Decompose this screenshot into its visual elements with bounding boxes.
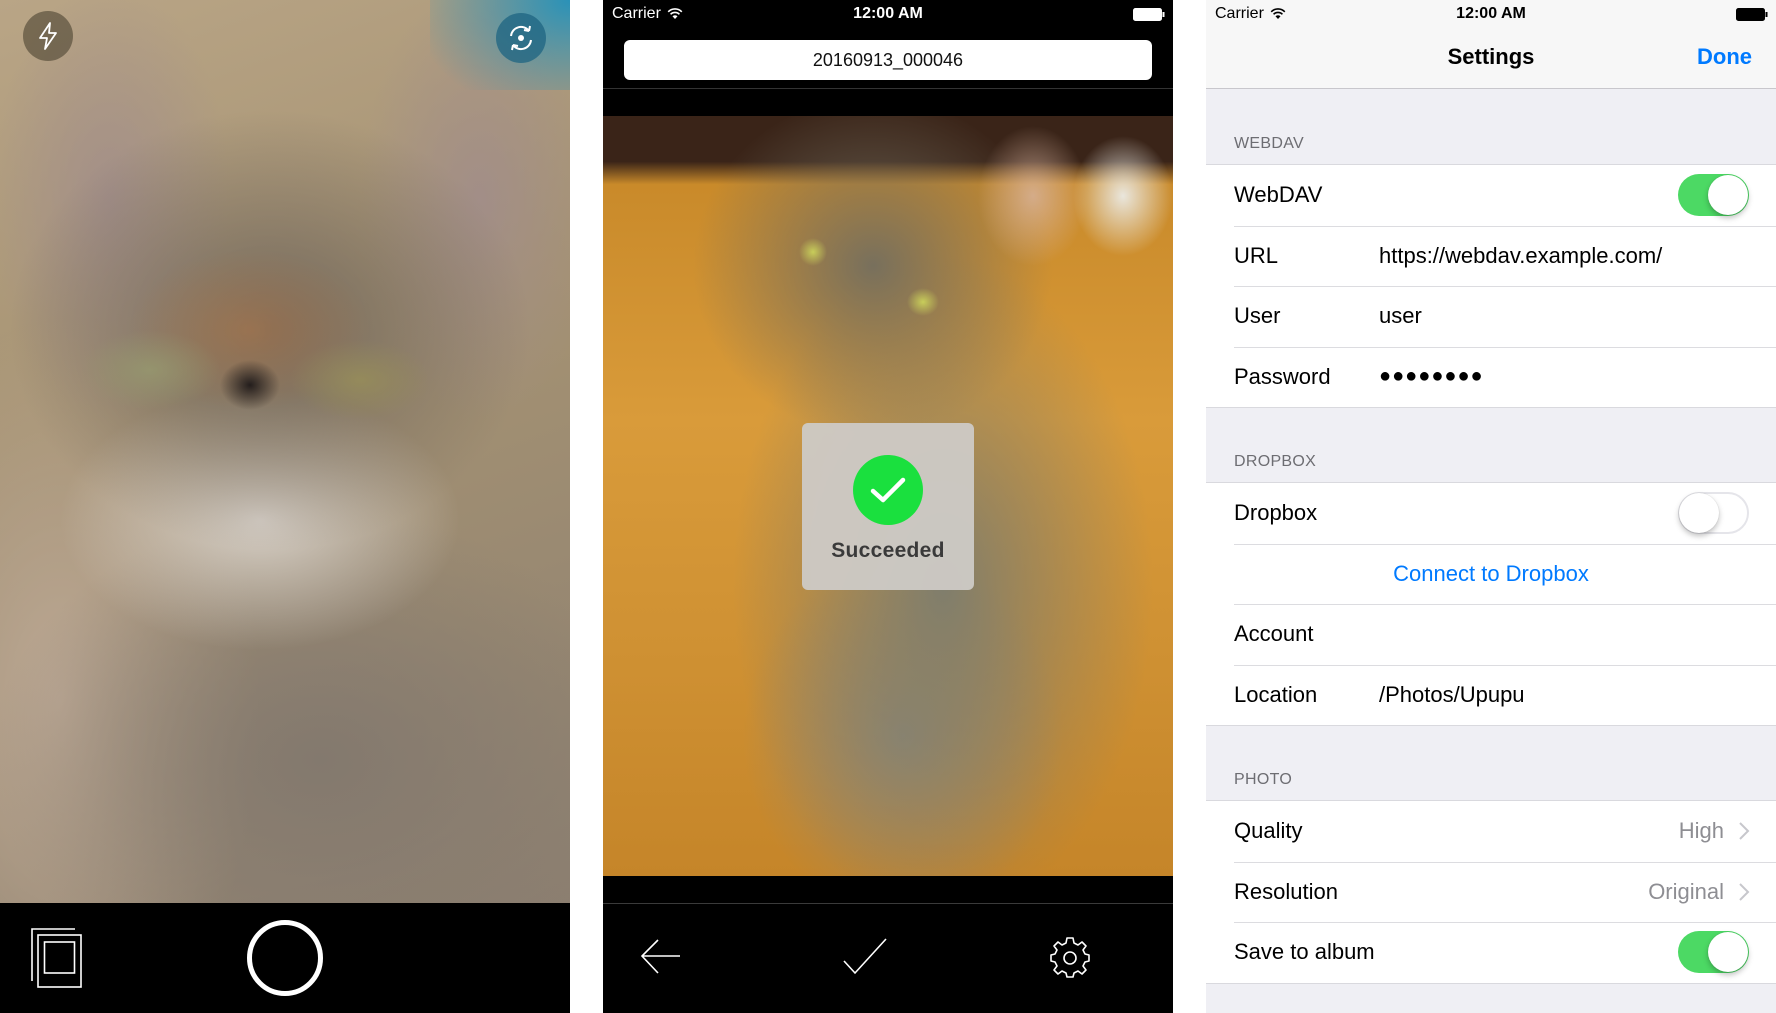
user-label: User (1234, 303, 1281, 329)
checkmark-icon (870, 477, 906, 503)
dropbox-label: Dropbox (1234, 500, 1318, 526)
toggle-knob (1679, 493, 1719, 534)
location-row[interactable]: Location /Photos/Upupu (1206, 664, 1776, 726)
webdav-toggle-row: WebDAV (1206, 165, 1776, 226)
connect-dropbox-button[interactable]: Connect to Dropbox (1206, 561, 1776, 587)
save-to-album-label: Save to album (1234, 939, 1375, 965)
quality-value: High (1678, 818, 1724, 844)
checkmark-icon (843, 938, 887, 975)
dropbox-toggle-row: Dropbox (1206, 483, 1776, 544)
resolution-row[interactable]: Resolution Original (1206, 861, 1776, 923)
battery-icon (1736, 8, 1768, 21)
status-time: 12:00 AM (1456, 5, 1526, 22)
password-label: Password (1234, 363, 1331, 389)
flash-icon (39, 22, 57, 50)
switch-camera-icon (510, 25, 532, 51)
preview-screen: Carrier 12:00 AM 20160913_000046 Succeed… (603, 0, 1173, 1013)
status-bar: Carrier 12:00 AM (1206, 0, 1776, 30)
status-time: 12:00 AM (853, 5, 923, 22)
chevron-right-icon (1739, 883, 1750, 901)
navigation-bar: Carrier 12:00 AM Settings Done (1206, 0, 1776, 89)
gear-icon (1050, 937, 1090, 978)
section-header-dropbox: DROPBOX (1234, 453, 1317, 470)
captured-photo: Succeeded (603, 116, 1173, 876)
toggle-knob (1708, 932, 1748, 973)
url-row[interactable]: URL https://webdav.example.com/ (1206, 225, 1776, 287)
account-row: Account (1206, 604, 1776, 665)
quality-row[interactable]: Quality High (1206, 801, 1776, 862)
filename-field[interactable]: 20160913_000046 (624, 40, 1152, 80)
camera-viewfinder (0, 0, 570, 903)
resolution-value: Original (1648, 878, 1724, 904)
status-bar: Carrier 12:00 AM (603, 0, 1173, 30)
webdav-group: WebDAV URL https://webdav.example.com/ U… (1206, 164, 1776, 408)
connect-dropbox-row[interactable]: Connect to Dropbox (1206, 543, 1776, 605)
switch-camera-button[interactable] (496, 13, 546, 63)
resolution-label: Resolution (1234, 878, 1338, 904)
location-field[interactable]: /Photos/Upupu (1379, 682, 1525, 708)
dropbox-toggle[interactable] (1678, 492, 1749, 535)
back-arrow-icon (640, 939, 680, 974)
password-row[interactable]: Password ●●●●●●●● (1206, 346, 1776, 408)
url-field[interactable]: https://webdav.example.com/ (1379, 243, 1662, 269)
toolbar-divider (603, 903, 1173, 904)
battery-icon (1133, 8, 1165, 21)
password-field[interactable]: ●●●●●●●● (1379, 365, 1484, 388)
toggle-knob (1708, 175, 1748, 216)
quality-label: Quality (1234, 818, 1303, 844)
dropbox-group: Dropbox Connect to Dropbox Account Locat… (1206, 482, 1776, 726)
location-label: Location (1234, 681, 1318, 707)
camera-screen (0, 0, 570, 1013)
user-row[interactable]: User user (1206, 286, 1776, 347)
photo-group: Quality High Resolution Original Save to… (1206, 800, 1776, 984)
success-hud: Succeeded (802, 423, 974, 590)
settings-button[interactable] (1046, 935, 1094, 979)
section-header-webdav: WEBDAV (1234, 135, 1304, 152)
confirm-button[interactable] (841, 935, 889, 979)
shutter-button[interactable] (247, 920, 323, 996)
chevron-right-icon (1739, 822, 1750, 840)
url-label: URL (1234, 242, 1279, 268)
webdav-label: WebDAV (1234, 182, 1323, 208)
gallery-button[interactable] (30, 927, 82, 989)
back-button[interactable] (636, 935, 684, 979)
webdav-toggle[interactable] (1678, 174, 1749, 217)
divider (603, 88, 1173, 89)
checkmark-circle-icon (853, 455, 923, 525)
user-field[interactable]: user (1379, 303, 1422, 329)
flash-button[interactable] (23, 11, 73, 61)
done-button[interactable]: Done (1697, 44, 1752, 70)
save-to-album-row: Save to album (1206, 922, 1776, 983)
success-text: Succeeded (831, 539, 945, 562)
settings-screen: Carrier 12:00 AM Settings Done WEBDAV We… (1206, 0, 1776, 1013)
save-to-album-toggle[interactable] (1678, 931, 1749, 974)
account-label: Account (1234, 621, 1314, 647)
section-header-photo: PHOTO (1234, 771, 1293, 788)
gallery-icon (31, 928, 82, 988)
page-title: Settings (1447, 44, 1535, 69)
